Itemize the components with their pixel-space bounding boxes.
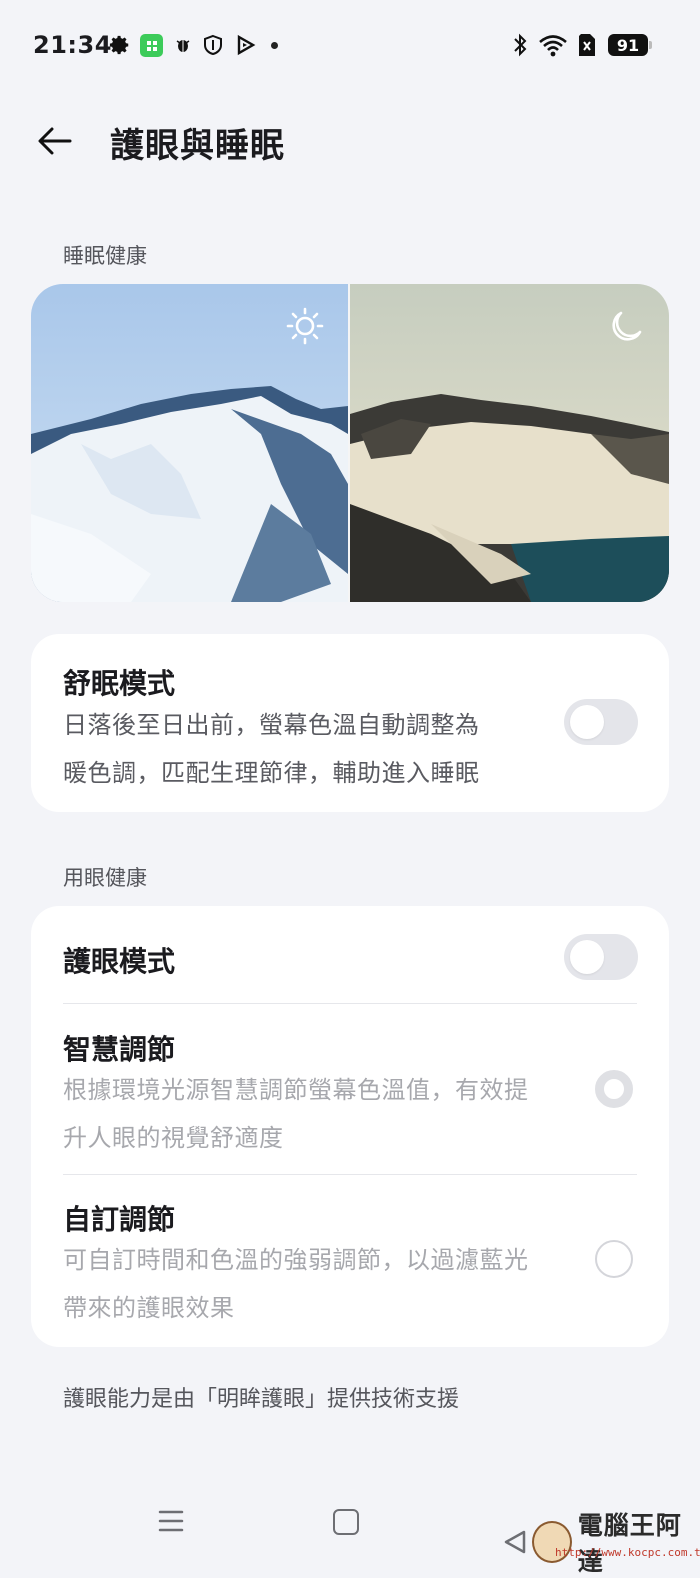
nav-back-icon[interactable] bbox=[502, 1529, 528, 1555]
smart-adjust-desc: 根據環境光源智慧調節螢幕色溫值，有效提 升人眼的視覺舒適度 bbox=[63, 1066, 553, 1162]
status-time: 21:34 bbox=[33, 31, 112, 59]
smart-adjust-desc-line2: 升人眼的視覺舒適度 bbox=[63, 1124, 284, 1152]
custom-adjust-desc: 可自訂時間和色溫的強弱調節，以過濾藍光 帶來的護眼效果 bbox=[63, 1236, 553, 1332]
eye-care-card: 護眼模式 智慧調節 根據環境光源智慧調節螢幕色溫值，有效提 升人眼的視覺舒適度 … bbox=[31, 906, 669, 1347]
toggle-knob bbox=[570, 940, 604, 974]
gear-icon bbox=[109, 34, 131, 56]
custom-adjust-title: 自訂調節 bbox=[63, 1203, 176, 1236]
day-night-preview bbox=[31, 284, 669, 602]
bluetooth-icon bbox=[509, 33, 531, 57]
sleep-mode-desc-line2: 暖色調，匹配生理節律，輔助進入睡眠 bbox=[63, 759, 480, 787]
custom-adjust-desc-line1: 可自訂時間和色溫的強弱調節，以過濾藍光 bbox=[63, 1246, 529, 1274]
sleep-mode-title: 舒眠模式 bbox=[63, 667, 176, 700]
menu-icon[interactable] bbox=[158, 1508, 184, 1534]
footer-note: 護眼能力是由「明眸護眼」提供技術支援 bbox=[63, 1387, 460, 1412]
shield-icon bbox=[202, 34, 224, 56]
eye-mode-toggle[interactable] bbox=[564, 934, 638, 980]
divider bbox=[63, 1174, 637, 1175]
battery-icon: 91 bbox=[608, 34, 652, 56]
divider bbox=[63, 1003, 637, 1004]
custom-adjust-desc-line2: 帶來的護眼效果 bbox=[63, 1294, 235, 1322]
home-icon[interactable] bbox=[333, 1509, 359, 1535]
app-icon bbox=[140, 34, 163, 57]
sun-icon bbox=[285, 306, 325, 346]
watermark-text: 電腦王阿達 bbox=[577, 1511, 682, 1576]
moon-icon bbox=[607, 308, 645, 346]
sim-icon bbox=[576, 34, 598, 56]
section-label-eye: 用眼健康 bbox=[63, 866, 147, 890]
sleep-mode-toggle[interactable] bbox=[564, 699, 638, 745]
sleep-mode-desc-line1: 日落後至日出前，螢幕色溫自動調整為 bbox=[63, 711, 480, 739]
toggle-knob bbox=[570, 705, 604, 739]
section-label-sleep: 睡眠健康 bbox=[63, 244, 147, 268]
smart-adjust-radio[interactable] bbox=[595, 1070, 633, 1108]
smart-adjust-desc-line1: 根據環境光源智慧調節螢幕色溫值，有效提 bbox=[63, 1076, 529, 1104]
custom-adjust-radio[interactable] bbox=[595, 1240, 633, 1278]
back-arrow-icon[interactable] bbox=[34, 120, 76, 162]
play-icon bbox=[235, 34, 257, 56]
watermark: 電腦王阿達 bbox=[504, 1506, 700, 1578]
sleep-mode-desc: 日落後至日出前，螢幕色溫自動調整為 暖色調，匹配生理節律，輔助進入睡眠 bbox=[63, 701, 553, 797]
eye-mode-title: 護眼模式 bbox=[63, 945, 176, 978]
bug-icon bbox=[172, 34, 194, 56]
sleep-mode-card: 舒眠模式 日落後至日出前，螢幕色溫自動調整為 暖色調，匹配生理節律，輔助進入睡眠 bbox=[31, 634, 669, 812]
status-bar: 21:34 91 bbox=[0, 0, 700, 92]
smart-adjust-title: 智慧調節 bbox=[63, 1033, 176, 1066]
dot-icon bbox=[271, 42, 278, 49]
page-title: 護眼與睡眠 bbox=[110, 126, 285, 166]
watermark-url: http://www.kocpc.com.tw bbox=[555, 1546, 700, 1559]
wifi-icon bbox=[538, 34, 568, 57]
